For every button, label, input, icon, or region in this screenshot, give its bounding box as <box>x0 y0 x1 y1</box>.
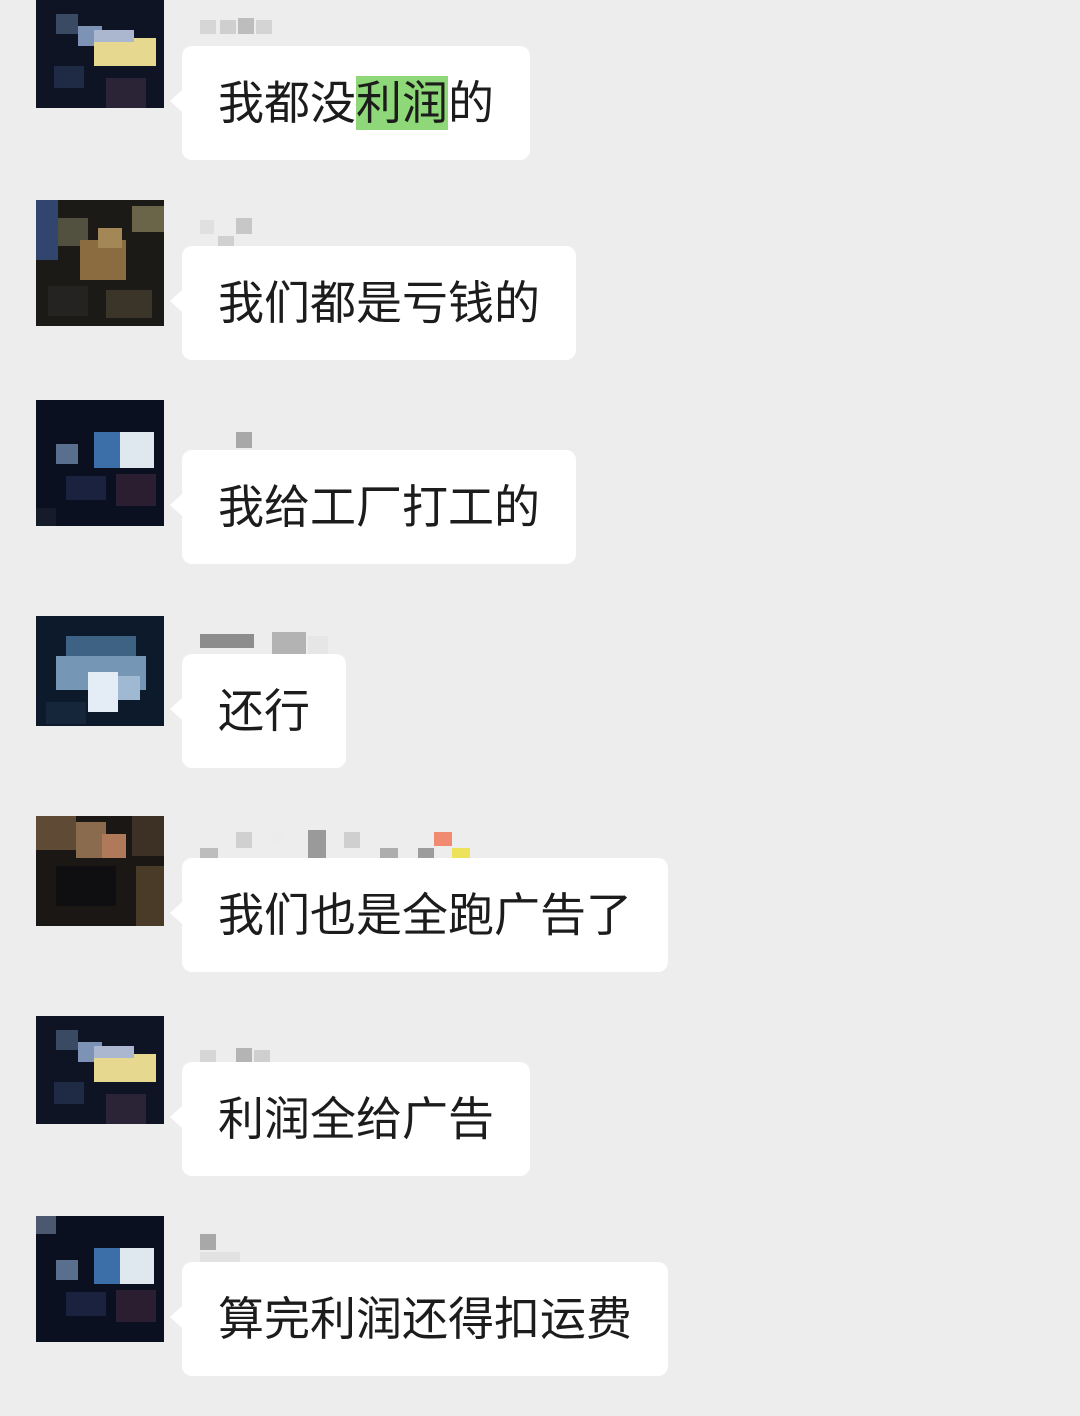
message-text: 还行 <box>218 684 310 738</box>
chat-message: 算完利润还得扣运费 <box>0 1216 1080 1416</box>
message-text: 我都没 <box>218 76 356 130</box>
message-bubble[interactable]: 还行 <box>170 654 346 768</box>
sender-name-blurred <box>198 14 498 44</box>
message-text: 的 <box>448 76 494 130</box>
sender-avatar[interactable] <box>36 400 164 526</box>
chat-message: 我给工厂打工的 <box>0 400 1080 604</box>
chat-message: 我们都是亏钱的 <box>0 200 1080 400</box>
sender-name-blurred <box>198 418 498 448</box>
chat-message: 我们也是全跑广告了 <box>0 812 1080 1012</box>
sender-name-blurred <box>198 826 498 866</box>
message-text: 我们也是全跑广告了 <box>218 888 632 942</box>
chat-message: 我都没利润的 <box>0 0 1080 200</box>
message-text: 我给工厂打工的 <box>218 480 540 534</box>
sender-avatar[interactable] <box>36 816 164 926</box>
sender-avatar[interactable] <box>36 1016 164 1124</box>
message-bubble[interactable]: 我们都是亏钱的 <box>170 246 576 360</box>
message-bubble[interactable]: 我都没利润的 <box>170 46 530 160</box>
chat-message: 还行 <box>0 608 1080 808</box>
message-text: 我们都是亏钱的 <box>218 276 540 330</box>
sender-avatar[interactable] <box>36 616 164 726</box>
message-bubble[interactable]: 算完利润还得扣运费 <box>170 1262 668 1376</box>
message-bubble[interactable]: 利润全给广告 <box>170 1062 530 1176</box>
sender-avatar[interactable] <box>36 200 164 326</box>
search-highlight: 利润 <box>356 76 448 130</box>
message-bubble[interactable]: 我们也是全跑广告了 <box>170 858 668 972</box>
sender-name-blurred <box>198 214 498 250</box>
sender-avatar[interactable] <box>36 1216 164 1342</box>
message-text: 算完利润还得扣运费 <box>218 1292 632 1346</box>
sender-name-blurred <box>198 1230 498 1264</box>
sender-name-blurred <box>198 622 498 664</box>
sender-avatar[interactable] <box>36 0 164 108</box>
chat-message: 利润全给广告 <box>0 1016 1080 1216</box>
chat-message-list[interactable]: 我都没利润的 我们都是亏钱的 我给工厂打工的 还行 我们也是全跑广告了 利润全给… <box>0 0 1080 1382</box>
message-text: 利润全给广告 <box>218 1092 494 1146</box>
message-bubble[interactable]: 我给工厂打工的 <box>170 450 576 564</box>
sender-name-blurred <box>198 1030 498 1064</box>
